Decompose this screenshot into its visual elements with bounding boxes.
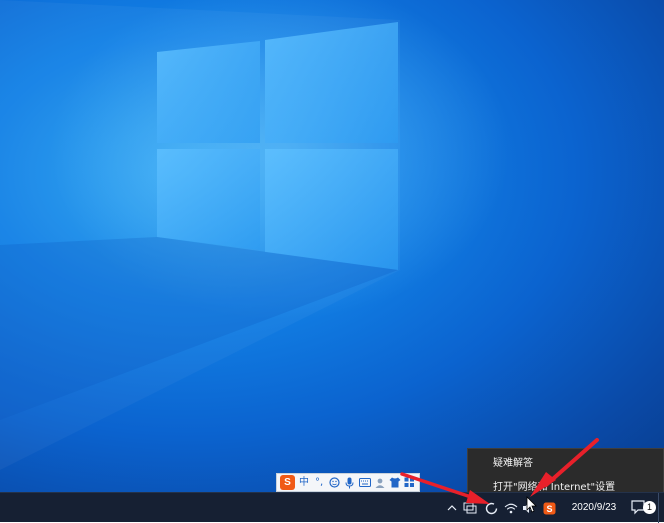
volume-icon[interactable] — [521, 493, 535, 523]
logo-pane-bottom-left — [157, 149, 260, 250]
input-mode-button[interactable]: 中 — [298, 476, 310, 489]
windows-logo-wallpaper — [0, 0, 510, 470]
emoji-icon[interactable] — [328, 476, 340, 489]
network-icon[interactable] — [462, 493, 478, 523]
sogou-logo-button[interactable]: S — [280, 475, 295, 490]
taskbar-clock[interactable]: 2020/9/23 — [566, 493, 622, 523]
loading-icon[interactable] — [483, 493, 499, 523]
notification-center-icon[interactable]: 1 — [630, 498, 656, 518]
show-desktop-button[interactable] — [658, 493, 664, 523]
logo-pane-bottom-right — [265, 149, 398, 270]
chevron-up-icon[interactable] — [445, 493, 459, 523]
punctuation-button[interactable]: °, — [313, 476, 325, 489]
shirt-icon[interactable] — [389, 476, 401, 489]
sogou-icon[interactable]: S — [541, 493, 557, 523]
keyboard-icon[interactable] — [358, 476, 371, 489]
user-icon[interactable] — [374, 476, 386, 489]
grid-icon[interactable] — [404, 476, 416, 489]
wifi-icon[interactable] — [503, 493, 519, 523]
logo-pane-top-right — [265, 22, 398, 143]
microphone-icon[interactable] — [343, 476, 355, 489]
logo-pane-top-left — [157, 41, 260, 143]
taskbar: S 2020/9/23 1 — [0, 492, 664, 523]
desktop — [0, 0, 664, 492]
ime-toolbar: S 中 °, — [276, 473, 420, 492]
svg-text:S: S — [546, 504, 552, 514]
notification-count-badge: 1 — [643, 501, 656, 514]
menu-item-troubleshoot[interactable]: 疑难解答 — [468, 453, 663, 475]
